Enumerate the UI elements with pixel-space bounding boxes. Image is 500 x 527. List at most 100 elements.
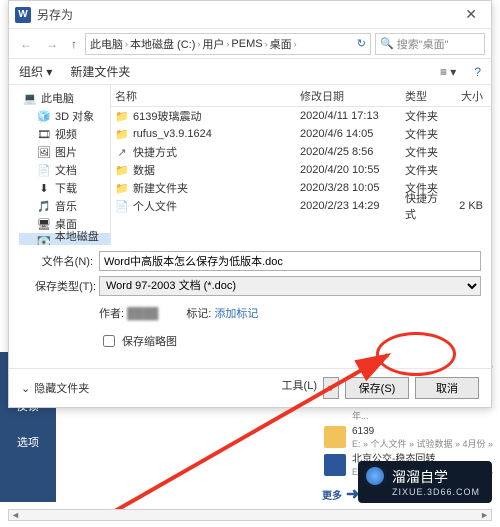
tree-item[interactable]: 🎵音乐 [19,197,110,215]
organize-button[interactable]: 组织 ▾ [19,63,52,80]
tree-item[interactable]: ⬇ 下载 [19,179,110,197]
file-type-icon: 📁 [115,128,129,141]
backstage-item[interactable]: 选项 [17,434,39,450]
scroll-right-icon[interactable]: ► [480,510,489,520]
help-icon[interactable]: ? [474,65,481,79]
file-date: 2020/4/25 8:56 [296,146,401,158]
crumb[interactable]: PEMS [231,38,262,50]
col-name[interactable]: 名称 [111,88,296,104]
drive-icon: 💽 [37,236,51,246]
tree-label: 音乐 [55,198,77,214]
file-name: 快捷方式 [133,144,177,160]
title-bar: W 另存为 ✕ [9,1,491,29]
search-input[interactable]: 🔍 搜索"桌面" [375,33,485,55]
file-type: 文件夹 [401,126,451,142]
tools-button[interactable]: 工具(L) [282,377,317,399]
tree-label: 此电脑 [41,90,74,106]
file-type-icon: 📁 [115,182,129,195]
file-type: 文件夹 [401,144,451,160]
action-bar: ⌄ 隐藏文件夹 工具(L) ▼ 保存(S) 取消 [9,368,491,407]
author-value[interactable]: ████ [127,308,158,320]
new-folder-button[interactable]: 新建文件夹 [70,63,130,80]
recent-item[interactable]: 6139E: » 个人文件 » 试验数据 » 4月份 » [322,424,498,452]
file-date: 2020/4/6 14:05 [296,128,401,140]
search-placeholder: 搜索"桌面" [397,36,449,52]
save-button[interactable]: 保存(S) [345,377,409,399]
scroll-left-icon[interactable]: ◄ [11,510,20,520]
author-label: 作者: [99,308,124,320]
word-app-icon: W [15,7,31,23]
col-date[interactable]: 修改日期 [296,88,401,104]
file-row[interactable]: 📄个人文件2020/2/23 14:29快捷方式2 KB [111,197,491,215]
file-row[interactable]: ↗快捷方式2020/4/25 8:56文件夹 [111,143,491,161]
tags-value[interactable]: 添加标记 [214,308,258,320]
file-type: 文件夹 [401,162,451,178]
file-row[interactable]: 📁 6139玻璃震动 2020/4/11 17:13文件夹 [111,107,491,125]
back-button[interactable]: ← [15,33,37,55]
crumb[interactable]: 用户 [202,36,224,52]
file-date: 2020/4/11 17:13 [296,110,401,122]
tree-label: 图片 [55,144,77,160]
file-type: 快捷方式 [401,190,451,222]
chevron-down-icon: ⌄ [21,382,30,395]
col-size[interactable]: 大小 [451,88,491,104]
tree-item[interactable]: 🖼 图片 [19,143,110,161]
forward-button: → [41,33,63,55]
search-icon: 🔍 [380,37,394,50]
filename-label: 文件名(N): [35,253,93,269]
file-date: 2020/3/28 10:05 [296,182,401,194]
drive-icon: 🖼 [37,146,51,159]
more-label: 更多 [322,487,342,502]
file-type-icon: 📁 [115,110,129,123]
drive-icon: 💻 [23,92,37,105]
crumb[interactable]: 此电脑 [90,36,123,52]
horizontal-scrollbar[interactable]: ◄ ► [8,509,492,521]
tools-dropdown[interactable]: ▼ [323,377,339,399]
drive-icon: 📄 [37,164,51,177]
crumb[interactable]: 本地磁盘 (C:) [130,36,195,52]
col-type[interactable]: 类型 [401,88,451,104]
tree-label: 下载 [55,180,77,196]
file-name: 新建文件夹 [133,180,188,196]
filetype-select[interactable]: Word 97-2003 文档 (*.doc) [99,276,481,296]
window-title: 另存为 [37,6,457,23]
watermark-text: 溜溜自学 [392,469,448,485]
drive-icon: 🎞 [37,128,51,141]
view-options-button[interactable]: ≡ ▾ [440,65,456,79]
tree-item[interactable]: 🧊3D 对象 [19,107,110,125]
file-type-icon: 📄 [115,200,129,213]
file-date: 2020/2/23 14:29 [296,200,401,212]
refresh-icon[interactable]: ↻ [357,37,366,50]
close-icon[interactable]: ✕ [457,4,485,25]
tree-label: 视频 [55,126,77,142]
filetype-label: 保存类型(T): [35,278,93,294]
filename-input[interactable] [99,251,481,271]
file-list: 名称 修改日期 类型 大小 📁6139玻璃震动2020/4/11 17:13文件… [111,85,491,245]
breadcrumb[interactable]: 此电脑› 本地磁盘 (C:)› 用户› PEMS› 桌面› ↻ [85,33,371,55]
file-name: 个人文件 [133,198,177,214]
watermark: 溜溜自学 ZIXUE.3D66.COM [358,461,492,503]
hide-folders-toggle[interactable]: ⌄ 隐藏文件夹 [21,380,89,396]
tree-label: 本地磁盘 (C:) [55,228,110,245]
tree-item[interactable]: 🎞 视频 [19,125,110,143]
drive-icon: ⬇ [37,182,51,195]
tree-item[interactable]: 💻 此电脑 [19,89,110,107]
file-type-icon: 📁 [115,164,129,177]
form-area: 文件名(N): 保存类型(T): Word 97-2003 文档 (*.doc)… [9,245,491,354]
watermark-sub: ZIXUE.3D66.COM [392,487,480,497]
file-row[interactable]: 📁rufus_v3.9.16242020/4/6 14:05文件夹 [111,125,491,143]
save-thumbnail-checkbox[interactable] [103,335,115,347]
file-row[interactable]: 📁数据2020/4/20 10:55文件夹 [111,161,491,179]
up-button[interactable]: ↑ [67,37,81,51]
file-list-header: 名称 修改日期 类型 大小 [111,85,491,107]
tree-label: 文档 [55,162,77,178]
file-type: 文件夹 [401,108,451,124]
tree-item[interactable]: 💽本地磁盘 (C:) [19,233,110,245]
file-name: 6139玻璃震动 [133,108,201,124]
folder-icon [324,426,346,448]
cancel-button[interactable]: 取消 [415,377,479,399]
tree-item[interactable]: 📄 文档 [19,161,110,179]
crumb[interactable]: 桌面 [270,36,292,52]
folder-tree: 💻此电脑🧊3D 对象🎞视频🖼图片📄文档⬇下载🎵音乐🖥桌面💽本地磁盘 (C:)💽本… [9,85,111,245]
word-file-icon [324,454,346,476]
